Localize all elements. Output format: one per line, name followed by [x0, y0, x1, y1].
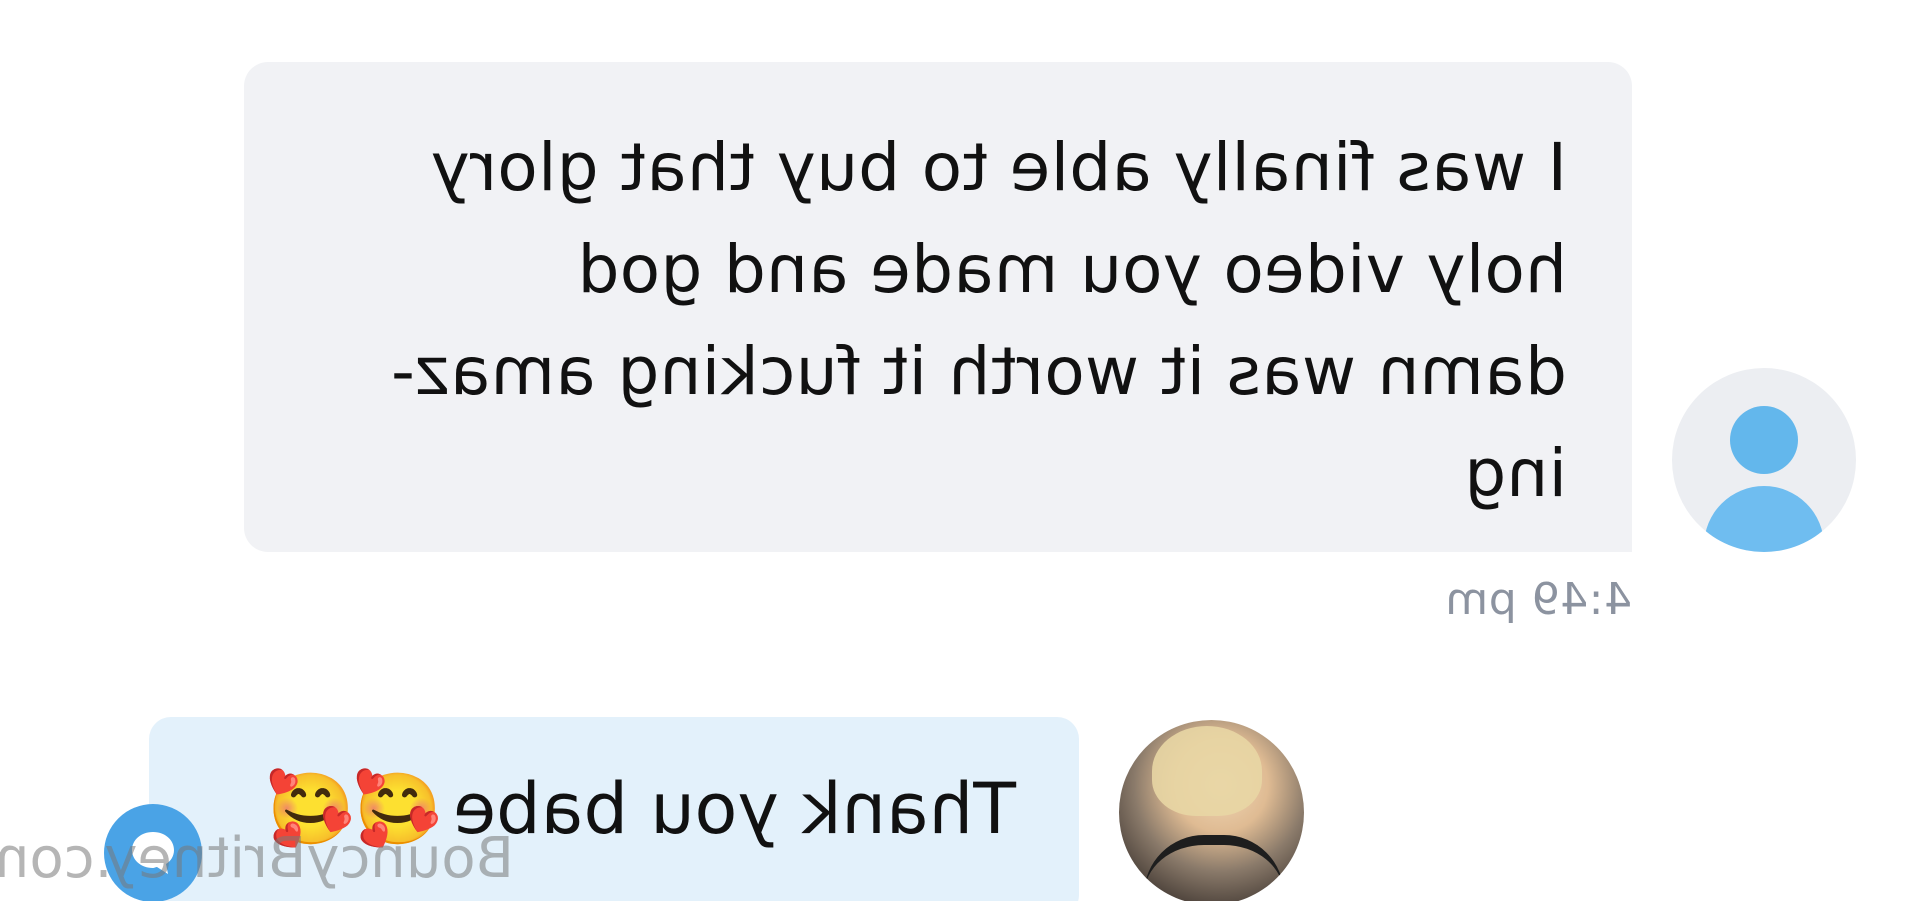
user-avatar-icon[interactable]: [1672, 368, 1856, 552]
watermark-text: BouncyBritney.com: [0, 826, 514, 891]
incoming-message-text: I was finally able to buy that glory hol…: [390, 129, 1567, 512]
avatar-torso-shape: [1704, 486, 1824, 552]
message-timestamp: 4:49 pm: [1444, 574, 1632, 625]
outgoing-message-text: Thank you babe: [453, 768, 1016, 850]
chat-screen: I was finally able to buy that glory hol…: [0, 0, 1919, 901]
incoming-message-bubble[interactable]: I was finally able to buy that glory hol…: [244, 62, 1632, 552]
avatar-clothing-shape: [1144, 835, 1284, 901]
avatar-head-shape: [1730, 406, 1798, 474]
avatar-hair-shape: [1152, 726, 1262, 816]
creator-avatar[interactable]: [1119, 720, 1304, 901]
mirrored-chat-view: I was finally able to buy that glory hol…: [0, 0, 1919, 901]
